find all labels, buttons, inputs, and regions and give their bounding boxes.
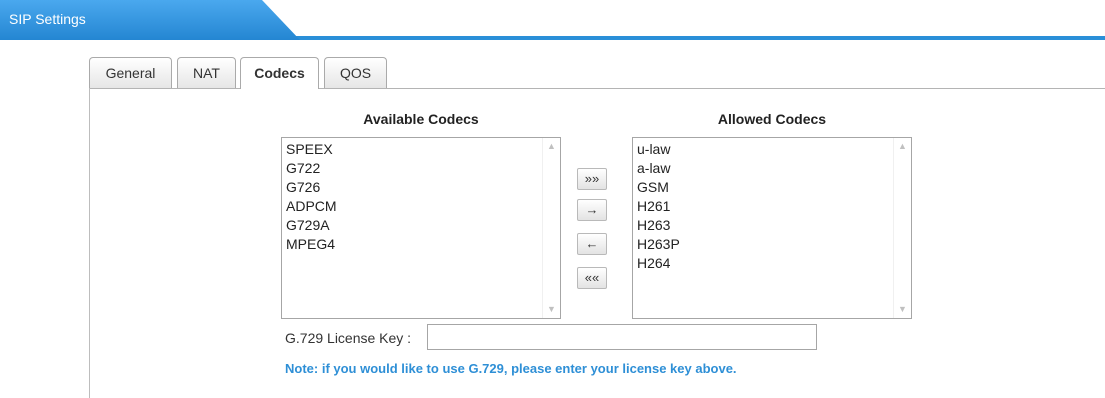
list-item[interactable]: H264 <box>637 254 680 273</box>
list-item[interactable]: GSM <box>637 178 680 197</box>
list-item[interactable]: a-law <box>637 159 680 178</box>
list-item[interactable]: MPEG4 <box>286 235 337 254</box>
tab-qos[interactable]: QOS <box>324 57 387 88</box>
panel-border <box>89 88 90 398</box>
remove-codec-button[interactable]: ← <box>577 233 607 255</box>
scrollbar[interactable]: ▲ ▼ <box>893 138 911 318</box>
list-item[interactable]: G729A <box>286 216 337 235</box>
available-codecs-list[interactable]: SPEEX G722 G726 ADPCM G729A MPEG4 ▲ ▼ <box>281 137 561 319</box>
scroll-up-icon[interactable]: ▲ <box>547 142 556 151</box>
list-item[interactable]: G722 <box>286 159 337 178</box>
tab-nat[interactable]: NAT <box>177 57 236 88</box>
list-item[interactable]: u-law <box>637 140 680 159</box>
scroll-down-icon[interactable]: ▼ <box>547 305 556 314</box>
scroll-up-icon[interactable]: ▲ <box>898 142 907 151</box>
list-item[interactable]: H263P <box>637 235 680 254</box>
add-codec-button[interactable]: → <box>577 199 607 221</box>
list-item[interactable]: H261 <box>637 197 680 216</box>
license-key-input[interactable] <box>427 324 817 350</box>
remove-all-codecs-button[interactable]: «« <box>577 267 607 289</box>
allowed-codecs-title: Allowed Codecs <box>717 111 827 127</box>
list-item[interactable]: H263 <box>637 216 680 235</box>
license-key-label: G.729 License Key : <box>285 330 412 346</box>
list-item[interactable]: ADPCM <box>286 197 337 216</box>
allowed-codecs-list[interactable]: u-law a-law GSM H261 H263 H263P H264 ▲ ▼ <box>632 137 912 319</box>
license-note: Note: if you would like to use G.729, pl… <box>285 361 737 376</box>
tab-general[interactable]: General <box>89 57 172 88</box>
scroll-down-icon[interactable]: ▼ <box>898 305 907 314</box>
scrollbar[interactable]: ▲ ▼ <box>542 138 560 318</box>
page-title: SIP Settings <box>9 11 86 27</box>
add-all-codecs-button[interactable]: »» <box>577 168 607 190</box>
available-codecs-title: Available Codecs <box>363 111 479 127</box>
list-item[interactable]: SPEEX <box>286 140 337 159</box>
list-item[interactable]: G726 <box>286 178 337 197</box>
tab-codecs[interactable]: Codecs <box>240 57 319 89</box>
